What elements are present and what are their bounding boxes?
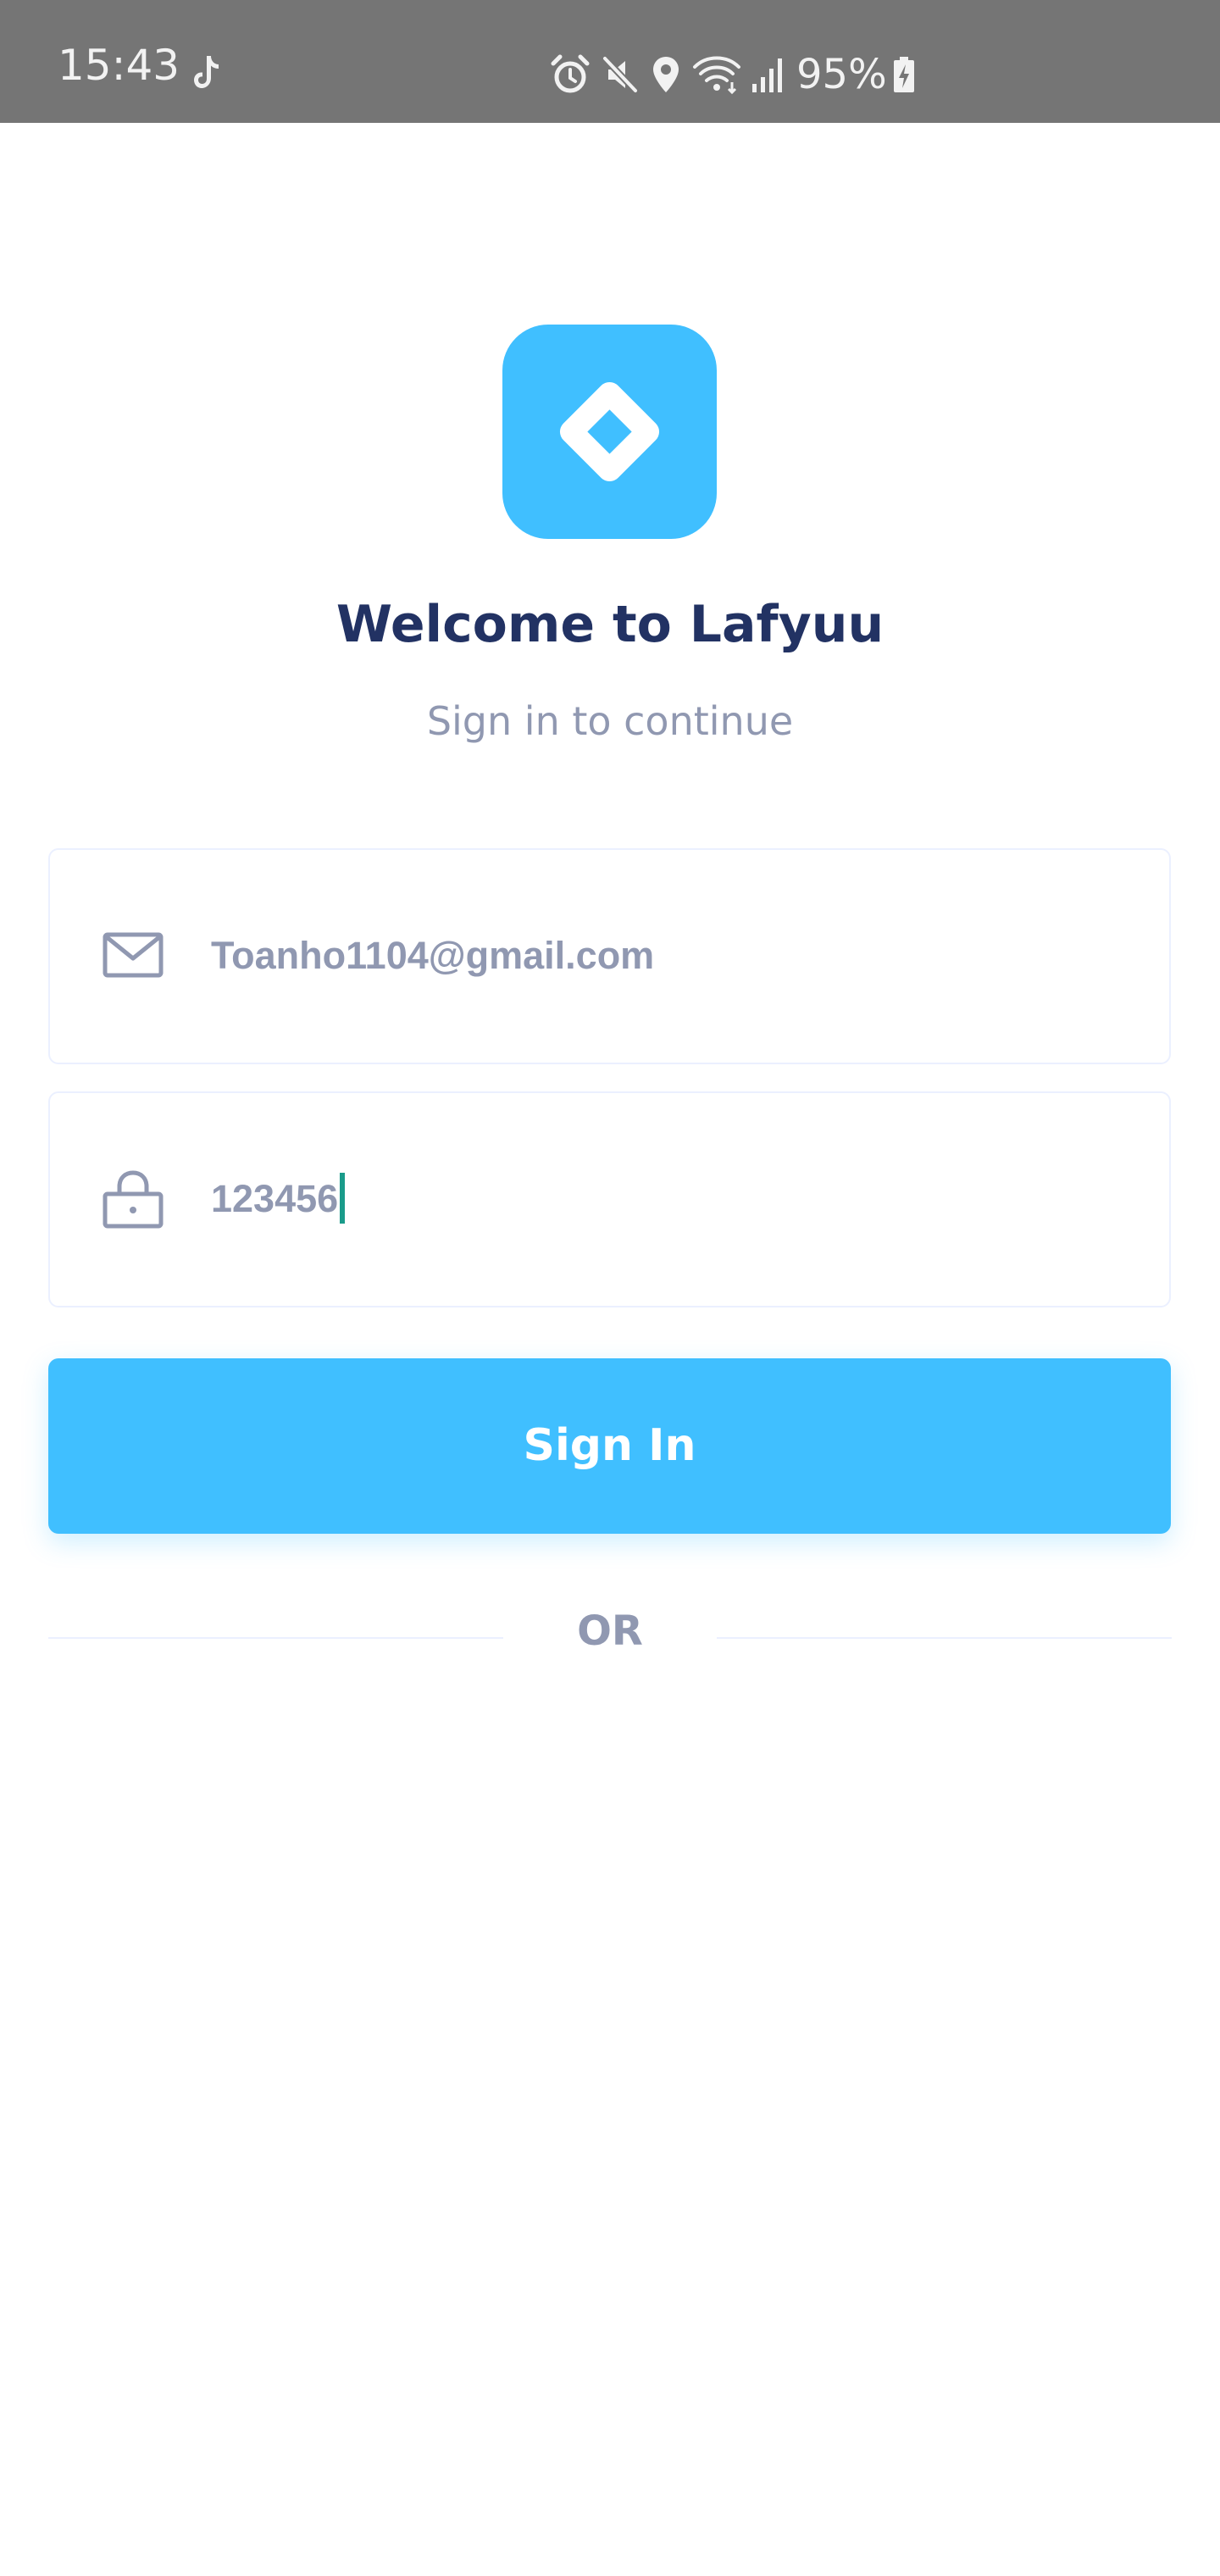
mail-icon — [103, 932, 164, 978]
wifi-icon — [693, 56, 740, 95]
tiktok-icon — [194, 56, 219, 88]
status-bar: 15:43 95% — [0, 0, 1220, 123]
location-icon — [653, 57, 679, 92]
email-field[interactable]: Toanho1104@gmail.com — [48, 848, 1171, 1064]
app-logo — [502, 325, 717, 539]
mute-icon — [602, 55, 639, 94]
password-text: 123456 — [211, 1177, 339, 1220]
or-divider-right — [717, 1637, 1172, 1639]
text-cursor — [340, 1173, 346, 1224]
status-icons: 95% — [549, 51, 924, 98]
password-value: 123456 — [211, 1173, 346, 1224]
status-time: 15:43 — [58, 41, 180, 90]
diamond-logo-icon — [559, 381, 660, 482]
lock-icon — [103, 1170, 164, 1229]
welcome-subtitle: Sign in to continue — [426, 698, 794, 744]
signal-icon — [752, 58, 782, 92]
or-label: OR — [577, 1607, 643, 1655]
welcome-title: Welcome to Lafyuu — [336, 595, 884, 654]
sign-in-button[interactable]: Sign In — [48, 1358, 1171, 1534]
alarm-icon — [551, 54, 590, 93]
email-value: Toanho1104@gmail.com — [211, 934, 655, 977]
battery-percent: 95% — [796, 51, 887, 98]
battery-charging-icon — [893, 57, 914, 92]
sign-in-label: Sign In — [523, 1420, 696, 1471]
password-field[interactable]: 123456 — [48, 1091, 1171, 1307]
